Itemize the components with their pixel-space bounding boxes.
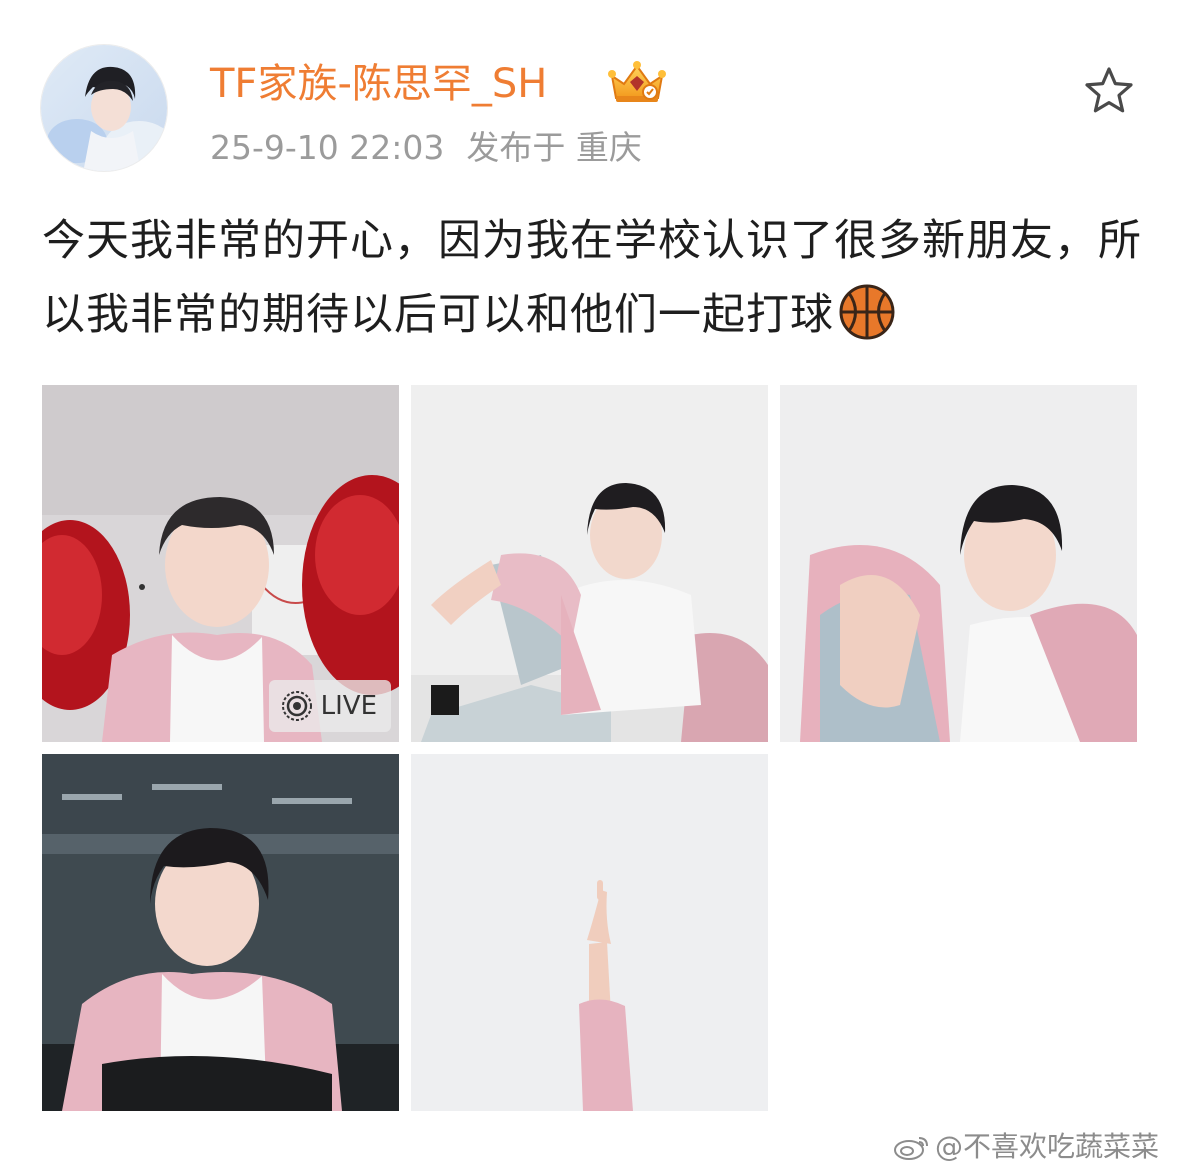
photo-3[interactable] xyxy=(780,385,1137,742)
location-prefix: 发布于 xyxy=(466,128,566,167)
live-icon xyxy=(281,691,312,721)
photo-4[interactable] xyxy=(42,754,399,1111)
photo-2[interactable] xyxy=(411,385,768,742)
crown-icon xyxy=(606,58,668,106)
weibo-logo-icon xyxy=(893,1137,928,1160)
basketball-emoji xyxy=(838,283,896,341)
post-meta: 25-9-10 22:03 发布于 重庆 xyxy=(210,126,642,170)
username[interactable]: TF家族-陈思罕_SH xyxy=(210,58,547,110)
location[interactable]: 重庆 xyxy=(576,128,642,167)
post-text: 今天我非常的开心，因为我在学校认识了很多新朋友，所以我非常的期待以后可以和他们一… xyxy=(42,204,1142,352)
timestamp: 25-9-10 22:03 xyxy=(210,128,445,167)
watermark-text: @不喜欢吃蔬菜菜 xyxy=(934,1130,1159,1163)
photo-5[interactable] xyxy=(411,754,768,1111)
watermark: @不喜欢吃蔬菜菜 xyxy=(891,1129,1159,1165)
live-label: LIVE xyxy=(320,691,377,721)
avatar[interactable] xyxy=(40,44,168,172)
post-body: 今天我非常的开心，因为我在学校认识了很多新朋友，所以我非常的期待以后可以和他们一… xyxy=(42,216,1142,340)
photo-1[interactable]: LIVE xyxy=(42,385,399,742)
star-icon[interactable] xyxy=(1082,64,1136,118)
live-badge[interactable]: LIVE xyxy=(268,680,391,732)
